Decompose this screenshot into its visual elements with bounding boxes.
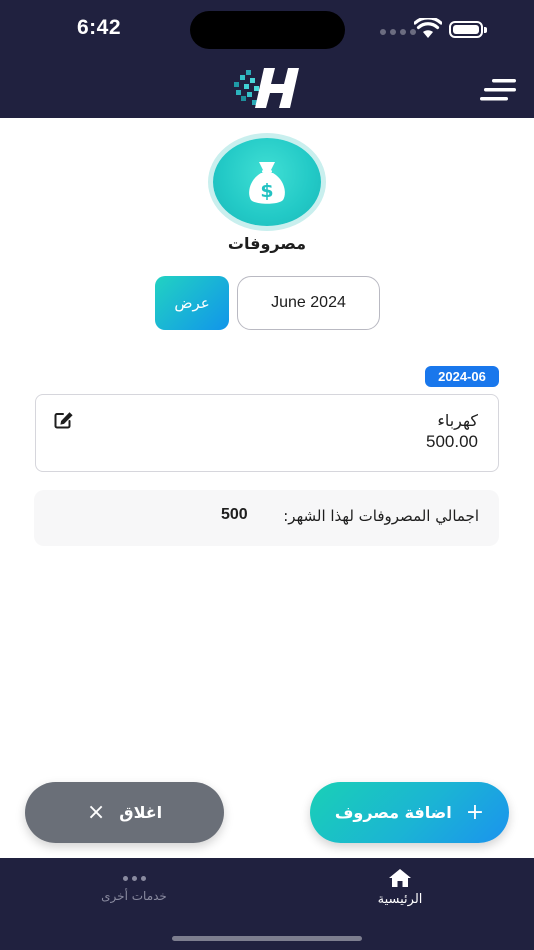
svg-text:$: $ — [260, 180, 273, 202]
hamburger-menu-icon[interactable] — [480, 77, 518, 103]
home-icon — [389, 869, 411, 887]
home-indicator — [172, 936, 362, 941]
monthly-total-box: اجمالي المصروفات لهذا الشهر: 500 — [34, 490, 499, 546]
date-badge: 2024-06 — [425, 366, 499, 387]
h-logo-icon — [234, 68, 299, 108]
month-selector[interactable]: June 2024 — [237, 276, 380, 330]
tab-home-label: الرئيسية — [377, 892, 423, 907]
top-bar: 6:42 — [0, 0, 534, 118]
more-dots-icon — [122, 876, 146, 881]
tab-more-label: خدمات أخرى — [101, 889, 167, 903]
add-expense-button[interactable]: اضافة مصروف + — [310, 782, 509, 843]
status-time: 6:42 — [77, 16, 122, 39]
close-button-label: اغلاق — [119, 803, 163, 822]
show-button[interactable]: عرض — [155, 276, 229, 330]
total-value: 500 — [221, 506, 248, 523]
tab-home[interactable]: الرئيسية — [340, 868, 460, 907]
dynamic-island — [190, 11, 345, 49]
plus-icon: + — [465, 799, 485, 825]
cellular-signal-icon — [380, 29, 416, 35]
close-icon: × — [86, 799, 106, 825]
expense-name: كهرباء — [437, 411, 478, 430]
battery-icon — [449, 21, 487, 38]
wifi-icon — [414, 18, 442, 38]
page-title: مصروفات — [227, 234, 307, 253]
expense-amount: 500.00 — [426, 432, 478, 451]
add-expense-label: اضافة مصروف — [334, 803, 452, 822]
edit-icon[interactable] — [54, 411, 74, 429]
money-bag-icon: $ — [213, 138, 321, 226]
tab-more-services[interactable]: خدمات أخرى — [74, 868, 194, 903]
expense-card: كهرباء 500.00 — [35, 394, 499, 472]
close-button[interactable]: × اغلاق — [25, 782, 224, 843]
total-label: اجمالي المصروفات لهذا الشهر: — [283, 507, 479, 525]
